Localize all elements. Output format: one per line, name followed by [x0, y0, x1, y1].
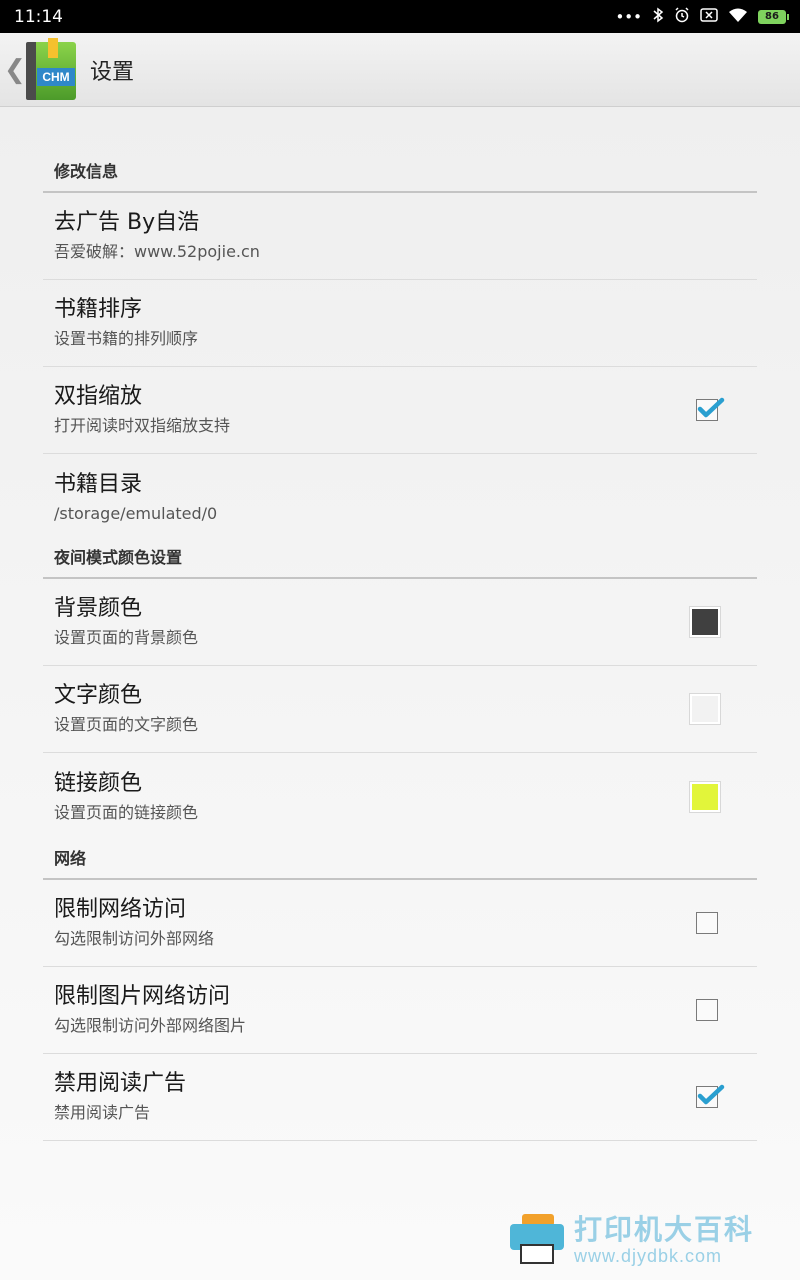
watermark-title: 打印机大百科: [574, 1212, 755, 1246]
pref-title: 去广告 By自浩: [54, 210, 200, 235]
pref-summary: 勾选限制访问外部网络图片: [54, 1016, 247, 1035]
pref-title: 背景颜色: [54, 596, 143, 621]
pref-title: 限制网络访问: [54, 897, 187, 922]
action-bar: ❮ CHM 设置: [0, 33, 800, 107]
pref-summary: 吾爱破解：www.52pojie.cn: [54, 242, 260, 261]
watermark-url: www.djydbk.com: [574, 1245, 723, 1266]
status-icons: ••• 86: [615, 6, 789, 27]
pref-title: 文字颜色: [54, 683, 143, 708]
status-time: 11:14: [14, 6, 63, 27]
pref-disable-reading-ads[interactable]: 禁用阅读广告 禁用阅读广告: [43, 1054, 757, 1141]
pref-remove-ads[interactable]: 去广告 By自浩 吾爱破解：www.52pojie.cn: [43, 193, 757, 280]
pref-background-color[interactable]: 背景颜色 设置页面的背景颜色: [43, 579, 757, 666]
pref-summary: /storage/emulated/0: [54, 503, 218, 523]
pref-book-directory[interactable]: 书籍目录 /storage/emulated/0: [43, 454, 757, 541]
category-header: 网络: [43, 840, 757, 880]
check-mark-icon: [697, 397, 725, 418]
pref-title: 书籍排序: [54, 297, 143, 322]
text-color-swatch[interactable]: [689, 693, 721, 725]
pinch-zoom-checkbox[interactable]: [696, 397, 725, 421]
pref-title: 链接颜色: [54, 770, 143, 796]
alarm-icon: [674, 6, 690, 27]
pref-summary: 设置页面的文字颜色: [54, 715, 199, 734]
pref-pinch-zoom[interactable]: 双指缩放 打开阅读时双指缩放支持: [43, 367, 757, 454]
more-dots-icon: •••: [615, 7, 642, 26]
status-bar: 11:14 ••• 86: [0, 0, 800, 33]
pref-link-color[interactable]: 链接颜色 设置页面的链接颜色: [43, 753, 757, 840]
pref-summary: 设置页面的背景颜色: [54, 628, 199, 647]
pref-book-sort[interactable]: 书籍排序 设置书籍的排列顺序: [43, 280, 757, 367]
pref-title: 禁用阅读广告: [54, 1071, 187, 1096]
watermark: 打印机大百科 www.djydbk.com: [508, 1210, 790, 1270]
pref-restrict-image-network[interactable]: 限制图片网络访问 勾选限制访问外部网络图片: [43, 967, 757, 1054]
category-header: 修改信息: [43, 147, 757, 193]
screen-icon: [700, 7, 718, 26]
restrict-network-checkbox[interactable]: [696, 912, 718, 934]
pref-summary: 禁用阅读广告: [54, 1103, 151, 1122]
chm-app-icon[interactable]: CHM: [24, 37, 78, 102]
battery-icon: 86: [758, 9, 789, 24]
printer-logo-icon: [508, 1214, 566, 1266]
back-caret-icon[interactable]: ❮: [4, 57, 26, 83]
disable-reading-ads-checkbox[interactable]: [696, 1084, 725, 1108]
preference-list: 修改信息 去广告 By自浩 吾爱破解：www.52pojie.cn 书籍排序 设…: [43, 147, 757, 1141]
pref-summary: 打开阅读时双指缩放支持: [54, 416, 231, 435]
check-mark-icon: [697, 1084, 725, 1105]
bluetooth-icon: [652, 7, 664, 27]
restrict-image-network-checkbox[interactable]: [696, 999, 718, 1021]
wifi-icon: [728, 7, 748, 27]
pref-title: 书籍目录: [54, 471, 143, 497]
pref-summary: 勾选限制访问外部网络: [54, 929, 215, 948]
pref-title: 双指缩放: [54, 384, 143, 409]
pref-summary: 设置页面的链接颜色: [54, 802, 199, 822]
page-title: 设置: [90, 59, 135, 85]
pref-text-color[interactable]: 文字颜色 设置页面的文字颜色: [43, 666, 757, 753]
pref-title: 限制图片网络访问: [54, 984, 231, 1009]
pref-restrict-network[interactable]: 限制网络访问 勾选限制访问外部网络: [43, 880, 757, 967]
category-header: 夜间模式颜色设置: [43, 541, 757, 579]
link-color-swatch[interactable]: [689, 780, 721, 813]
background-color-swatch[interactable]: [689, 606, 721, 638]
pref-summary: 设置书籍的排列顺序: [54, 329, 199, 348]
